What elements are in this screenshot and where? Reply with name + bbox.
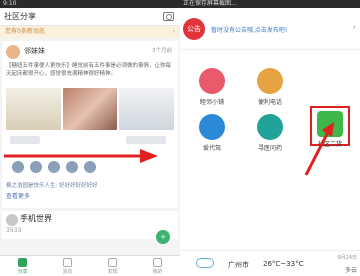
new-activity-notice[interactable]: 您有0条新动态 › xyxy=(0,26,180,38)
plus-icon[interactable]: + xyxy=(156,230,170,244)
feed-post[interactable]: 邻妹妹 3个月前 【糖妞五件事便人更快乐】睡觉前有五件事是必须做的事情，让你每天… xyxy=(2,41,178,208)
avatar[interactable] xyxy=(6,214,18,226)
profile-icon xyxy=(153,258,162,267)
avatar[interactable] xyxy=(6,45,20,59)
red-arrow-annotation xyxy=(304,122,334,176)
weather-city: 广州市 xyxy=(228,261,249,269)
phone-icon xyxy=(257,68,283,94)
service-label: 寻医问药 xyxy=(257,145,282,152)
app-header: 社区分享 xyxy=(0,8,180,26)
left-phone-screen: 9:10 社区分享 您有0条新动态 › 邻妹妹 3个月前 【糖妞五件事便人更快乐… xyxy=(0,0,180,276)
post-text: 【糖妞五件事便人更快乐】睡觉前有五件事是必须做的事情，让你每天起床都很开心，感觉… xyxy=(6,63,172,77)
tab-label: 消息 xyxy=(62,269,73,275)
announcement-bar[interactable]: 公告 暂时没有公告哦,点击发布吧! › xyxy=(180,8,360,50)
service-medical[interactable]: 寻医问药 xyxy=(250,114,290,152)
chevron-right-icon: › xyxy=(172,28,175,35)
medical-icon xyxy=(257,114,283,140)
post-photo[interactable] xyxy=(119,88,175,130)
post-photo[interactable] xyxy=(6,88,61,130)
red-arrow-annotation xyxy=(4,149,158,163)
shop-icon xyxy=(199,68,225,94)
page-title: 社区分享 xyxy=(4,12,36,21)
announcement-badge: 公告 xyxy=(183,18,205,40)
post-username[interactable]: 邻妹妹 xyxy=(24,46,45,56)
message-icon xyxy=(63,258,72,267)
status-bar: 正在保存屏幕截图... xyxy=(180,0,360,8)
status-time: 9:10 xyxy=(3,0,17,7)
tab-label: 分享 xyxy=(17,269,28,275)
tab-messages[interactable]: 消息 xyxy=(45,256,90,276)
tab-profile[interactable]: 我的 xyxy=(135,256,180,276)
blurred-region xyxy=(126,136,166,144)
status-text: 正在保存屏幕截图... xyxy=(183,0,237,7)
tab-discover[interactable]: 发现 xyxy=(90,256,135,276)
post-username[interactable]: 手机世界 xyxy=(20,213,52,224)
service-phone[interactable]: 便利电话 xyxy=(250,68,290,106)
service-driver[interactable]: 爱代驾 xyxy=(192,114,232,152)
status-bar: 9:10 xyxy=(0,0,180,8)
feed-post[interactable]: 手机世界 3533 xyxy=(2,211,178,239)
post-photo[interactable] xyxy=(62,88,118,130)
post-actions xyxy=(6,133,174,147)
tab-share[interactable]: 分享 xyxy=(0,256,45,276)
notice-text: 您有0条新动态 xyxy=(5,28,45,35)
weather-date: 9月24日 xyxy=(337,255,357,261)
bottom-tab-bar: 分享 消息 发现 我的 xyxy=(0,255,180,276)
service-shop[interactable]: 睦邻小铺 xyxy=(192,68,232,106)
service-label: 睦邻小铺 xyxy=(199,99,224,106)
camera-icon[interactable] xyxy=(163,12,174,21)
view-more-link[interactable]: 查看更多 xyxy=(6,191,174,200)
share-icon xyxy=(18,258,27,267)
service-label: 便利电话 xyxy=(257,99,282,106)
post-photos xyxy=(6,88,175,130)
post-reply: 枫之浩园是快乐人生: 好好好好好好好 xyxy=(6,183,98,189)
tab-label: 发现 xyxy=(107,269,118,275)
post-count: 3533 xyxy=(6,227,22,234)
car-icon xyxy=(199,114,225,140)
weather-bar[interactable]: 广州市 26°C~33°C 9月24日 多云 xyxy=(180,250,360,276)
cloud-icon xyxy=(196,258,214,268)
right-phone-screen: 正在保存屏幕截图... 公告 暂时没有公告哦,点击发布吧! › 睦邻小铺 便利电… xyxy=(180,0,360,276)
post-timestamp: 3个月前 xyxy=(152,48,172,54)
service-label: 爱代驾 xyxy=(202,145,221,152)
tab-label: 我的 xyxy=(152,269,163,275)
blurred-region xyxy=(10,136,40,144)
announcement-text: 暂时没有公告哦,点击发布吧! xyxy=(211,27,288,34)
discover-icon xyxy=(108,258,117,267)
weather-condition: 多云 xyxy=(344,267,357,274)
weather-temperature: 26°C~33°C xyxy=(263,260,304,268)
chevron-right-icon: › xyxy=(352,22,356,33)
services-grid: 睦邻小铺 便利电话 社区二货 爱代驾 寻医问药 xyxy=(180,50,360,200)
